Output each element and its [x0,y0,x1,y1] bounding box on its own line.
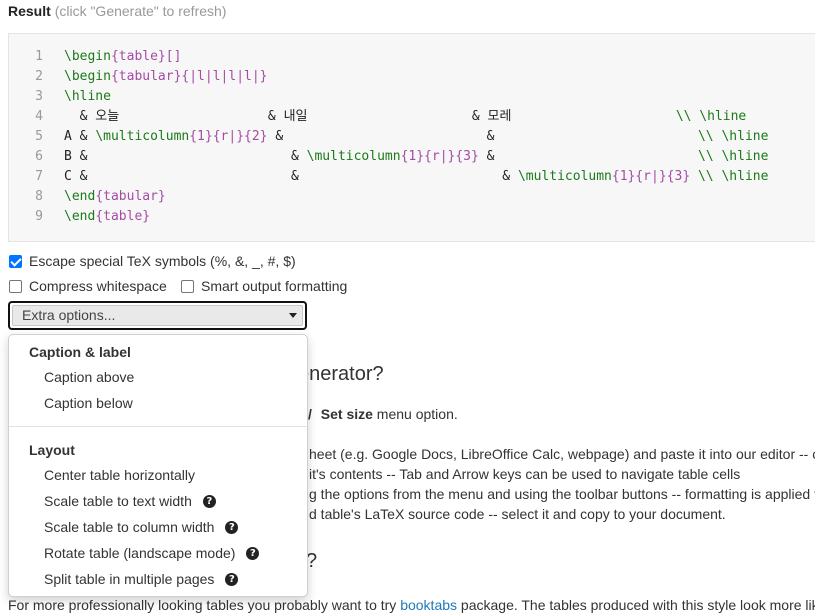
code-token: {tabular}{|l|l|l|l|} [110,69,268,84]
code-token: \\ \hline [675,109,747,124]
booktabs-link[interactable]: booktabs [400,597,457,613]
intro-line: / Set size menu option. [308,404,458,424]
line-number: 6 [35,149,43,164]
escape-checkbox[interactable] [9,254,22,268]
caption-below-option[interactable]: Caption below [44,393,133,413]
code-token: \multicolumn [95,129,190,144]
code-token: {1}{r|}{2} [189,129,268,144]
extra-options-select[interactable]: Extra options... [8,301,307,330]
line-number: 1 [35,49,43,64]
caption-above-option[interactable]: Caption above [44,367,134,387]
latex-code-output[interactable]: 1 \begin{table}[] 2 \begin{tabular}{|l|l|l|… [8,33,815,242]
code-text: C & & & \multicolumn{1}{r|}{3} \\ \hline [64,167,768,187]
code-text: \begin{table}[] [64,47,181,67]
instruction-4: d table's LaTeX source code -- select it… [309,506,726,522]
escape-label[interactable]: Escape special TeX symbols (%, &, _, #, … [29,252,296,270]
code-token: \multicolumn [306,149,401,164]
scale-text-width-label[interactable]: Scale table to text width [44,493,192,509]
layout-group: Layout [29,442,75,458]
compress-label[interactable]: Compress whitespace [29,277,167,295]
result-label: Result [8,3,51,19]
code-token: \end [64,189,96,204]
scale-text-width-option[interactable]: Scale table to text width ? [44,491,216,511]
code-token: {1}{r|}{3} [400,149,479,164]
help-icon[interactable]: ? [246,546,260,560]
code-token: C & & & [64,169,518,184]
code-token: \end [64,209,96,224]
code-token: \begin [64,49,111,64]
code-token: \\ \hline [698,149,769,164]
code-token: {tabular} [95,189,166,204]
center-table-option[interactable]: Center table horizontally [44,465,195,485]
center-table-label[interactable]: Center table horizontally [44,467,195,483]
smart-checkbox[interactable] [181,279,194,293]
rotate-table-option[interactable]: Rotate table (landscape mode) ? [44,543,260,563]
compress-checkbox[interactable] [9,279,22,293]
scale-column-width-option[interactable]: Scale table to column width ? [44,517,239,537]
instruction-3: g the options from the menu and using th… [309,486,815,502]
smart-option[interactable]: Smart output formatting [181,276,347,296]
menu-separator: / [308,406,312,422]
code-token: \hline [64,89,111,104]
split-table-label[interactable]: Split table in multiple pages [44,571,214,587]
code-token: & [478,149,698,164]
menu-option-text: menu option. [372,406,458,422]
code-token: {1}{r|}{3} [611,169,691,184]
code-token: {table}[] [110,49,182,64]
code-text: A & \multicolumn{1}{r|}{2} & & \\ \hline [64,127,768,147]
smart-label[interactable]: Smart output formatting [201,277,347,295]
line-number: 8 [35,189,43,204]
escape-option[interactable]: Escape special TeX symbols (%, &, _, #, … [9,251,296,271]
code-token: \\ \hline [697,129,769,144]
code-token: & & [267,129,698,144]
code-text: \end{tabular} [64,187,166,207]
dropdown-divider [9,426,307,427]
scale-column-width-label[interactable]: Scale table to column width [44,519,214,535]
booktabs-text-pre: For more professionally looking tables y… [8,597,401,613]
line-number: 2 [35,69,43,84]
line-number: 5 [35,129,43,144]
section-heading: enerator? [298,363,384,385]
split-table-option[interactable]: Split table in multiple pages ? [44,569,239,589]
code-text: \end{table} [64,207,150,227]
code-token: A & [64,129,96,144]
help-icon[interactable]: ? [202,494,216,508]
result-title: Result (click "Generate" to refresh) [8,3,226,19]
code-token: B & & [64,149,307,164]
line-number: 4 [35,109,43,124]
line-number: 9 [35,209,43,224]
code-text: & 오늘 & 내일 & 모레 \\ \hline [64,107,747,127]
code-token: \multicolumn [517,169,612,184]
help-icon[interactable]: ? [225,572,239,586]
compress-option[interactable]: Compress whitespace [9,276,167,296]
code-text: \hline [64,87,111,107]
instruction-2: it's contents -- Tab and Arrow keys can … [309,466,741,482]
code-token: & 오늘 & 내일 & 모레 [64,109,676,124]
result-hint: (click "Generate" to refresh) [54,3,227,19]
code-text: \begin{tabular}{|l|l|l|l|} [64,67,268,87]
code-text: B & & \multicolumn{1}{r|}{3} & \\ \hline [64,147,768,167]
booktabs-text-post: package. The tables produced with this s… [457,597,815,613]
help-icon[interactable]: ? [225,520,239,534]
menu-set-size: Set size [320,406,373,422]
extra-options-value[interactable]: Extra options... [12,305,303,326]
code-token: \\ \hline [697,169,769,184]
booktabs-paragraph: For more professionally looking tables y… [8,595,815,613]
caption-label-group: Caption & label [29,344,131,360]
code-token: \begin [64,69,111,84]
chevron-down-icon [289,313,297,318]
instruction-1: heet (e.g. Google Docs, LibreOffice Calc… [309,446,815,462]
line-number: 3 [35,89,43,104]
rotate-table-label[interactable]: Rotate table (landscape mode) [44,545,235,561]
line-number: 7 [35,169,43,184]
extra-options-dropdown: Caption & label Caption above Caption be… [8,334,308,597]
code-token: {table} [95,209,151,224]
